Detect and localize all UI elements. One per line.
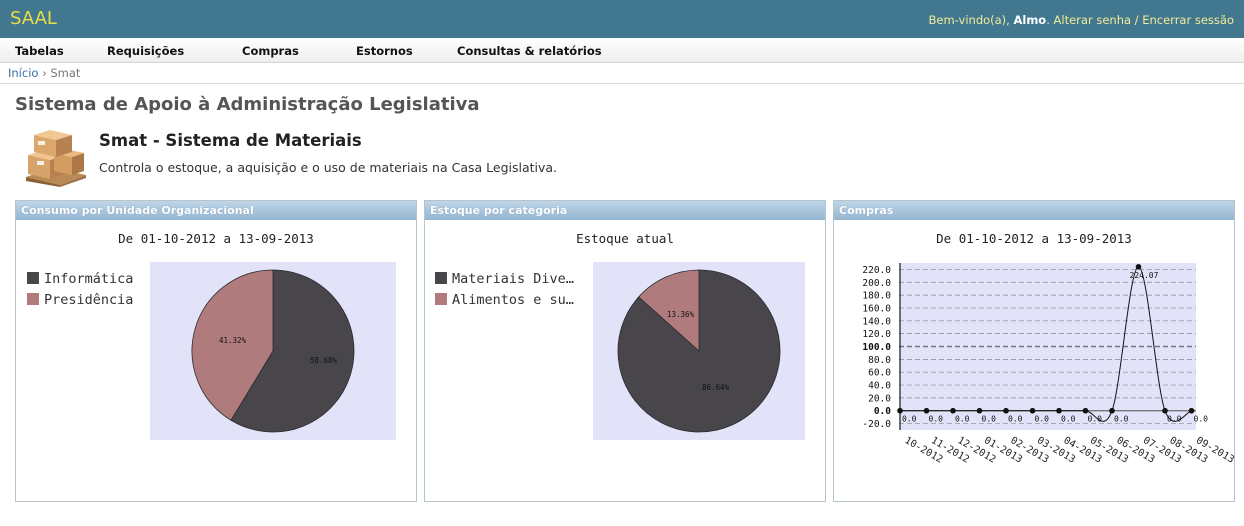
data-point [1082, 407, 1089, 414]
y-tick-label: 100.0 [862, 342, 891, 353]
y-tick-label: 180.0 [862, 291, 891, 302]
brand-logo[interactable]: SAAL [10, 8, 57, 29]
app-description: Controla o estoque, a aquisição e o uso … [99, 160, 558, 175]
point-label: 0.0 [902, 415, 917, 424]
chart-subtitle: De 01-10-2012 a 13-09-2013 [118, 231, 314, 246]
data-point [1056, 407, 1062, 414]
legend-label-materiais: Materiais Dive… [452, 271, 574, 287]
data-point [1029, 407, 1036, 414]
panel-estoque: Estoque por categoria Estoque atual Mate… [424, 200, 826, 502]
chart-subtitle: Estoque atual [576, 231, 674, 246]
data-point [976, 407, 983, 414]
slice-label-presidencia: 41.32% [219, 336, 247, 345]
y-tick-label: 160.0 [862, 303, 891, 314]
point-label: 0.0 [1114, 415, 1129, 424]
point-label: 0.0 [955, 415, 970, 424]
panel-consumo-title: Consumo por Unidade Organizacional [16, 201, 416, 220]
breadcrumb-home-link[interactable]: Início [8, 66, 38, 80]
point-label: 0.0 [1194, 415, 1209, 424]
breadcrumb-divider [0, 83, 1244, 84]
y-tick-label: -20.0 [862, 419, 891, 430]
legend-swatch-rose [27, 293, 39, 305]
pie-slices [191, 269, 355, 433]
logout-link[interactable]: Encerrar sessão [1142, 13, 1234, 27]
slice-label-informatica: 58.68% [310, 356, 338, 365]
breadcrumb-current: Smat [50, 66, 81, 80]
y-tick-label: 40.0 [868, 381, 891, 392]
data-point [897, 407, 903, 414]
point-label: 0.0 [982, 415, 997, 424]
change-password-link[interactable]: Alterar senha [1054, 13, 1132, 27]
data-point [950, 407, 956, 414]
legend-swatch-dark [27, 272, 39, 284]
point-label: 0.0 [1008, 415, 1023, 424]
line-chart-body: 220.0 200.0 180.0160.0 140.0 120.0 100.0 80.0 6… [862, 263, 1234, 466]
data-point [1135, 264, 1142, 270]
y-tick-label: 20.0 [868, 393, 891, 404]
data-point [1162, 407, 1168, 414]
point-label: 224.07 [1130, 271, 1159, 280]
breadcrumb-separator: › [38, 66, 51, 80]
welcome-punct: . [1046, 13, 1054, 27]
welcome-text: Bem-vindo(a), [928, 13, 1014, 27]
y-tick-label: 120.0 [862, 329, 891, 340]
slice-label-materiais: 86.64% [702, 383, 730, 392]
menu-consultas-relatorios[interactable]: Consultas & relatórios [457, 44, 602, 58]
panel-compras-title: Compras [834, 201, 1234, 220]
y-tick-label: 0.0 [874, 406, 891, 417]
pie-chart-estoque: Estoque atual Materiais Dive… Alimentos … [435, 231, 805, 440]
point-label: 0.0 [929, 415, 944, 424]
menu-compras[interactable]: Compras [242, 44, 299, 58]
y-tick-label: 140.0 [862, 316, 891, 327]
data-point [1188, 407, 1195, 414]
boxes-icon [26, 130, 86, 187]
legend-label-informatica: Informática [44, 271, 133, 287]
legend-label-presidencia: Presidência [44, 292, 133, 308]
y-tick-label: 220.0 [862, 265, 891, 276]
y-tick-label: 60.0 [868, 368, 891, 379]
menu-tabelas[interactable]: Tabelas [15, 44, 64, 58]
point-label: 0.0 [1035, 415, 1050, 424]
breadcrumb: Início › Smat [8, 66, 80, 80]
point-label: 0.0 [1061, 415, 1076, 424]
top-bar: SAAL Bem-vindo(a), Almo. Alterar senha /… [0, 0, 1244, 38]
pie-slices [617, 269, 781, 433]
legend-swatch-dark [435, 272, 447, 284]
y-tick-label: 80.0 [868, 355, 891, 366]
user-name: Almo [1013, 13, 1047, 27]
data-point [1003, 407, 1009, 414]
y-tick-label: 200.0 [862, 278, 891, 289]
page-title: Sistema de Apoio à Administração Legisla… [15, 94, 480, 115]
panel-estoque-title: Estoque por categoria [425, 201, 825, 220]
pie-chart-consumo: De 01-10-2012 a 13-09-2013 Informática P… [27, 231, 396, 440]
panel-consumo: Consumo por Unidade Organizacional De 01… [15, 200, 417, 502]
slice-label-alimentos: 13.36% [667, 310, 695, 319]
data-point [1109, 407, 1115, 414]
data-point [923, 407, 930, 414]
welcome-area: Bem-vindo(a), Almo. Alterar senha / Ence… [929, 13, 1234, 27]
point-label: 0.0 [1088, 415, 1103, 424]
app-title: Smat - Sistema de Materiais [99, 131, 362, 150]
main-menu: Tabelas Requisições Compras Estornos Con… [0, 38, 1244, 63]
point-label: 0.0 [1167, 415, 1182, 424]
menu-estornos[interactable]: Estornos [356, 44, 413, 58]
legend-swatch-rose [435, 293, 447, 305]
menu-requisicoes[interactable]: Requisições [107, 44, 184, 58]
chart-subtitle: De 01-10-2012 a 13-09-2013 [936, 231, 1132, 246]
legend-label-alimentos: Alimentos e su… [452, 292, 574, 308]
panel-compras: Compras De 01-10-2012 a 13-09-2013 220.0… [833, 200, 1235, 502]
line-chart-compras: De 01-10-2012 a 13-09-2013 220.0 200.0 180… [862, 231, 1234, 466]
link-separator: / [1131, 13, 1143, 27]
